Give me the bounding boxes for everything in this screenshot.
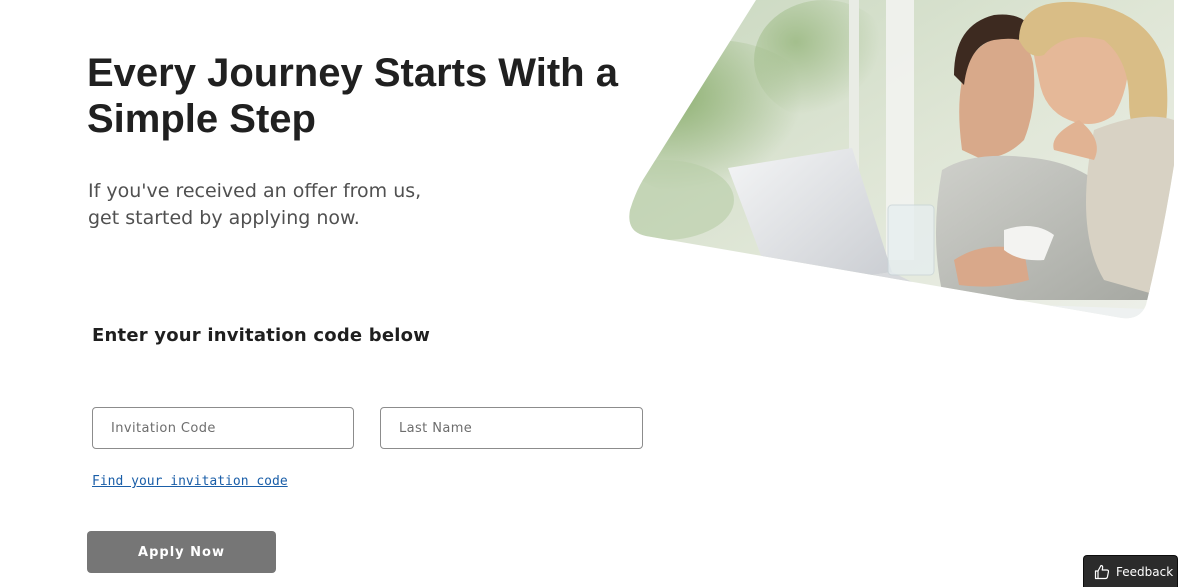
- hero-photo: [624, 0, 1176, 322]
- invitation-code-input[interactable]: [92, 407, 354, 449]
- feedback-button[interactable]: Feedback: [1083, 555, 1178, 587]
- last-name-input[interactable]: [380, 407, 643, 449]
- invitation-heading: Enter your invitation code below: [92, 325, 431, 346]
- feedback-label: Feedback: [1116, 564, 1174, 579]
- apply-now-button[interactable]: Apply Now: [87, 531, 276, 573]
- offer-landing-page: Every Journey Starts With a Simple Step …: [0, 0, 1200, 587]
- find-invitation-code-link[interactable]: Find your invitation code: [92, 474, 288, 489]
- thumbs-up-icon: [1094, 564, 1110, 580]
- page-subtitle: If you've received an offer from us, get…: [88, 180, 422, 229]
- page-title: Every Journey Starts With a Simple Step: [87, 51, 618, 141]
